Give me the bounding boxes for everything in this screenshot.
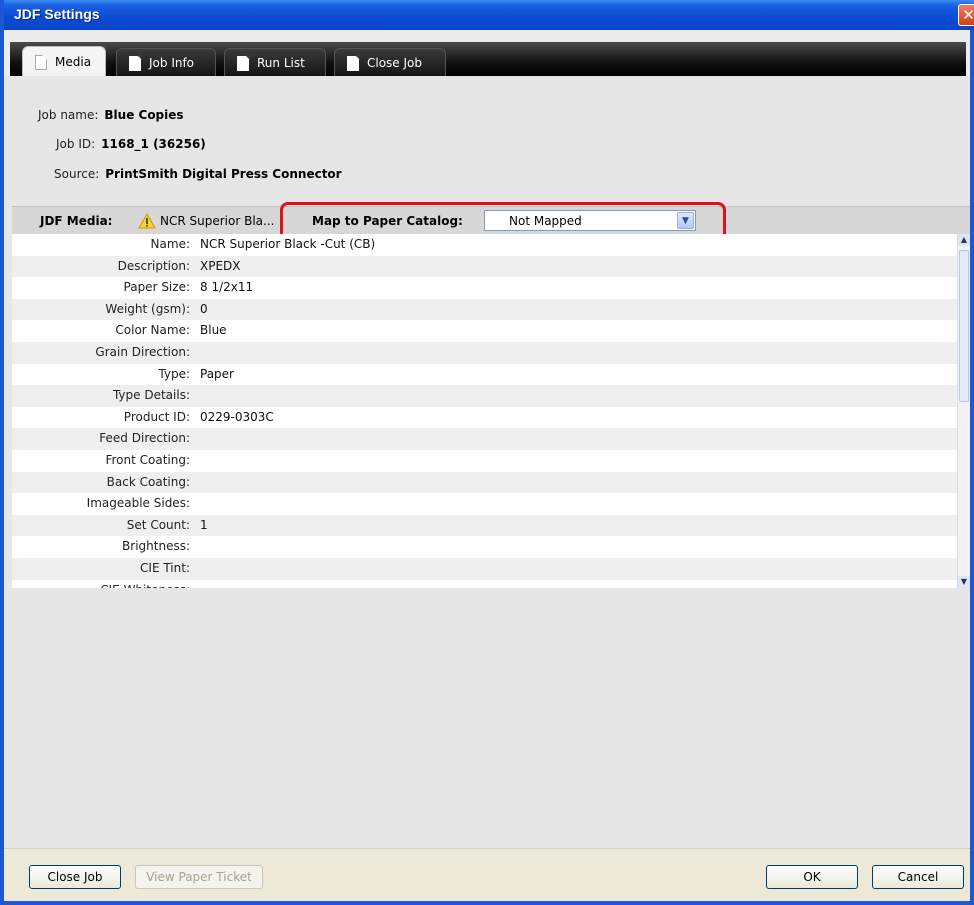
job-name-value: Blue Copies: [104, 108, 184, 122]
property-value: 0: [200, 301, 208, 316]
property-label: Imageable Sides:: [86, 496, 190, 511]
property-label: Back Coating:: [106, 474, 190, 489]
property-value: NCR Superior Black -Cut (CB): [200, 237, 376, 251]
property-row: Type: Paper: [12, 364, 970, 386]
property-value: 0229-0303C: [200, 409, 274, 424]
document-icon: [129, 55, 142, 71]
scroll-up-icon[interactable]: ▲: [958, 234, 970, 246]
tab-run-list[interactable]: Run List: [224, 48, 326, 76]
property-row: Name: NCR Superior Black -Cut (CB): [12, 234, 970, 256]
property-label: Description:: [117, 258, 190, 273]
jdf-media-name: NCR Superior Bla...: [160, 214, 275, 228]
property-value: Paper: [200, 366, 234, 381]
empty-panel-area: [12, 588, 970, 848]
tab-bar: Media Job Info Run List Close Job: [10, 42, 966, 76]
window-title: JDF Settings: [14, 6, 100, 22]
close-job-button[interactable]: Close Job: [29, 865, 121, 889]
job-name-label: Job name:: [38, 108, 99, 122]
property-value: 8 1/2x11: [200, 280, 254, 295]
property-label: Weight (gsm):: [105, 301, 190, 316]
tab-run-list-label: Run List: [257, 56, 305, 70]
property-label: Grain Direction:: [95, 344, 190, 359]
property-label: Feed Direction:: [99, 431, 190, 446]
property-row: Brightness:: [12, 536, 970, 558]
property-row: Front Coating:: [12, 450, 970, 472]
job-name-row: Job name: Blue Copies: [38, 108, 184, 122]
property-label: Type Details:: [112, 388, 190, 403]
property-value: Blue: [200, 323, 227, 338]
document-icon: [347, 55, 360, 71]
property-label: Type:: [158, 366, 190, 381]
property-row: Set Count: 1: [12, 514, 970, 537]
property-row: Product ID: 0229-0303C: [12, 407, 970, 429]
property-label: Front Coating:: [105, 452, 190, 467]
job-id-label: Job ID:: [56, 137, 96, 151]
property-row: Type Details:: [12, 385, 970, 407]
tab-strip: Media Job Info Run List Close Job: [4, 30, 970, 76]
jdf-media-label: JDF Media:: [40, 214, 113, 228]
media-properties-list: Name: NCR Superior Black -Cut (CB) Descri…: [12, 234, 970, 588]
tab-close-job[interactable]: Close Job: [334, 48, 446, 76]
property-label: Set Count:: [126, 517, 190, 532]
warning-icon: [138, 213, 156, 229]
tab-media[interactable]: Media: [22, 46, 106, 76]
dialog-footer: Close Job View Paper Ticket OK Cancel: [4, 848, 970, 901]
property-label: CIE Whiteness:: [100, 580, 190, 589]
property-row: Weight (gsm): 0: [12, 298, 970, 321]
ok-button[interactable]: OK: [766, 865, 858, 889]
tab-media-label: Media: [55, 55, 92, 69]
property-label: Brightness:: [122, 539, 190, 554]
media-panel: Job name: Blue Copies Job ID: 1168_1 (3625…: [4, 76, 970, 901]
tab-close-job-label: Close Job: [367, 56, 423, 70]
property-row: Back Coating:: [12, 471, 970, 494]
view-paper-ticket-button[interactable]: View Paper Ticket: [135, 865, 263, 889]
property-row: Grain Direction:: [12, 341, 970, 364]
title-bar[interactable]: JDF Settings ✕: [4, 0, 974, 30]
tab-job-info-label: Job Info: [149, 56, 195, 70]
scroll-down-icon[interactable]: ▼: [958, 576, 970, 588]
property-row: CIE Tint:: [12, 557, 970, 580]
job-info-section: Job name: Blue Copies Job ID: 1168_1 (3625…: [4, 76, 970, 206]
property-label: Paper Size:: [123, 280, 190, 295]
property-row: Color Name: Blue: [12, 320, 970, 342]
close-icon[interactable]: ✕: [958, 4, 974, 26]
property-label: Name:: [150, 237, 190, 251]
property-row: Paper Size: 8 1/2x11: [12, 277, 970, 299]
scroll-thumb[interactable]: [959, 250, 969, 402]
tab-job-info[interactable]: Job Info: [116, 48, 216, 76]
property-label: CIE Tint:: [140, 560, 190, 575]
property-label: Product ID:: [123, 409, 190, 424]
property-value: XPEDX: [200, 258, 241, 273]
property-value: 1: [200, 517, 208, 532]
property-row: CIE Whiteness:: [12, 580, 970, 589]
vertical-scrollbar[interactable]: ▲ ▼: [957, 234, 970, 588]
document-icon: [237, 55, 250, 71]
source-label: Source:: [54, 167, 100, 181]
job-id-row: Job ID: 1168_1 (36256): [56, 137, 206, 151]
cancel-button[interactable]: Cancel: [872, 865, 964, 889]
source-row: Source: PrintSmith Digital Press Connecto…: [54, 167, 342, 181]
property-row: Feed Direction:: [12, 428, 970, 450]
job-id-value: 1168_1 (36256): [101, 137, 206, 151]
source-value: PrintSmith Digital Press Connector: [105, 167, 342, 181]
document-icon: [35, 55, 47, 70]
property-row: Description: XPEDX: [12, 255, 970, 278]
property-label: Color Name:: [115, 323, 190, 338]
property-row: Imageable Sides:: [12, 493, 970, 515]
